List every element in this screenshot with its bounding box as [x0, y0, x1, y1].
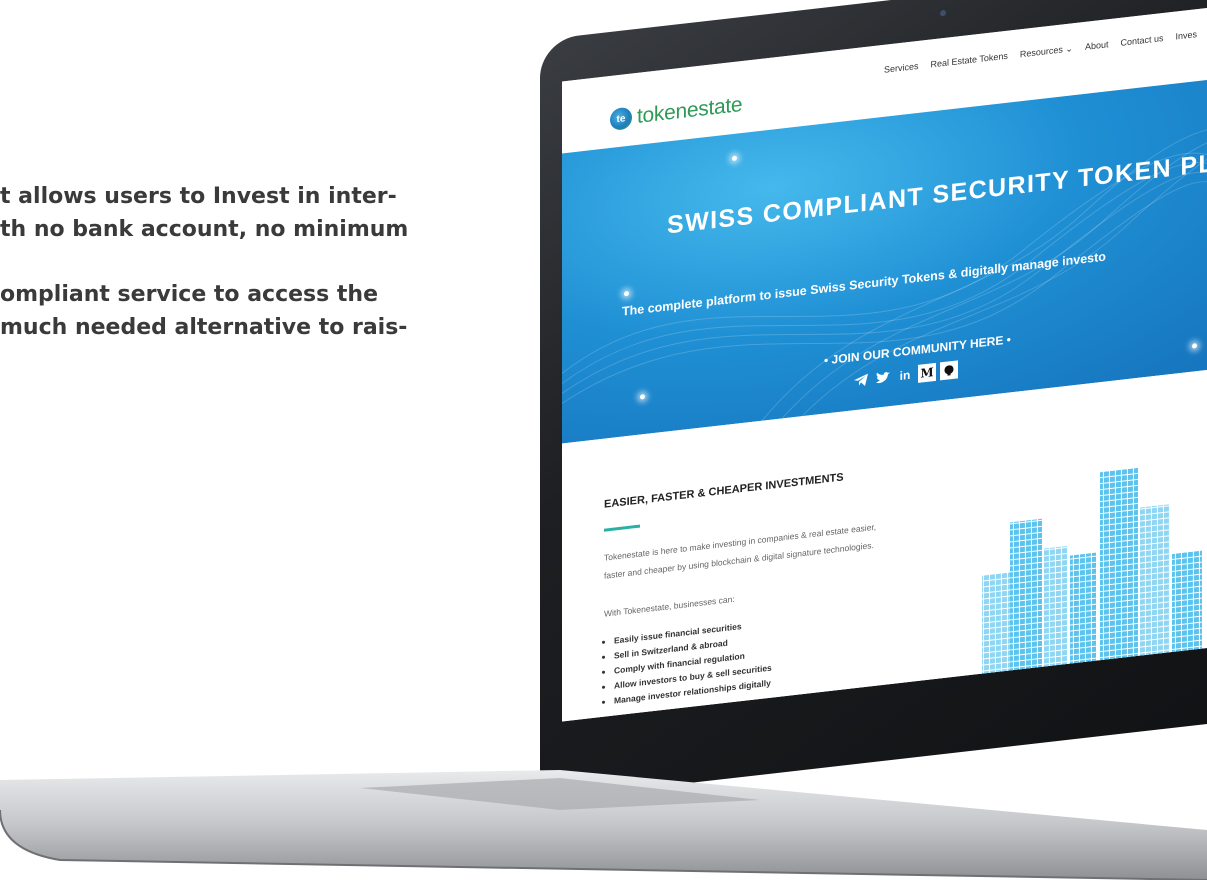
telegram-icon[interactable]: [852, 370, 870, 390]
twitter-icon[interactable]: [874, 368, 892, 388]
section-paragraph: Tokenestate is here to make investing in…: [604, 521, 877, 581]
nav-item-services[interactable]: Services: [884, 61, 919, 76]
medium-icon[interactable]: M: [918, 362, 936, 383]
city-skyline-illustration: [982, 467, 1202, 683]
laptop-bezel: te tokenestate Services Real Estate Toke…: [540, 0, 1207, 800]
nav-item-real-estate-tokens[interactable]: Real Estate Tokens: [931, 51, 1008, 71]
linkedin-icon[interactable]: in: [896, 365, 914, 385]
github-icon[interactable]: [940, 360, 958, 381]
section-title: EASIER, FASTER & CHEAPER INVESTMENTS: [604, 471, 844, 511]
section-lead: With Tokenestate, businesses can:: [604, 593, 735, 619]
nav-item-resources[interactable]: Resources ⌄: [1020, 43, 1073, 60]
nav-menu: Services Real Estate Tokens Resources ⌄ …: [884, 29, 1197, 76]
laptop-screen: te tokenestate Services Real Estate Toke…: [562, 1, 1207, 722]
logo-icon: te: [610, 106, 632, 132]
feature-list: Easily issue financial securities Sell i…: [602, 616, 772, 710]
camera-icon: [940, 9, 946, 17]
nav-item-about[interactable]: About: [1085, 39, 1109, 53]
section-underline: [604, 524, 640, 532]
nav-item-investors[interactable]: Inves: [1176, 29, 1198, 42]
site-logo[interactable]: te tokenestate: [610, 93, 742, 132]
laptop-base: [0, 770, 1207, 880]
logo-text: tokenestate: [637, 92, 743, 128]
nav-item-contact[interactable]: Contact us: [1121, 33, 1164, 49]
laptop-mockup: te tokenestate Services Real Estate Toke…: [0, 0, 1207, 880]
